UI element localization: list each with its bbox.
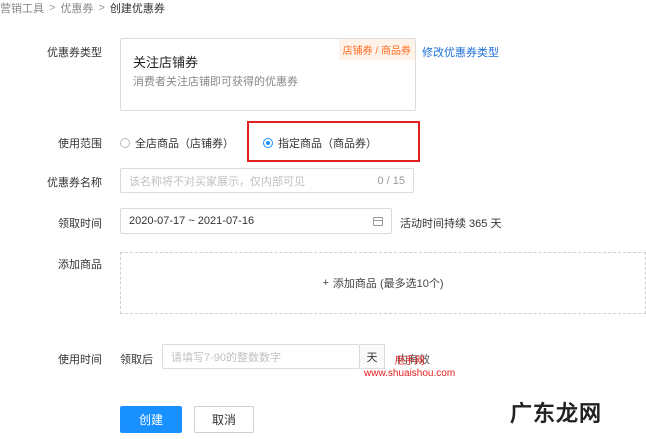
coupon-name-placeholder: 该名称将不对买家展示，仅内部可见 — [129, 175, 305, 188]
use-time-placeholder: 请填写7-90的整数数字 — [171, 351, 282, 364]
scope-option-store[interactable]: 全店商品（店铺券） — [120, 135, 234, 151]
breadcrumb-item-create: 创建优惠券 — [109, 3, 165, 15]
duration-hint: 活动时间持续 365 天 — [400, 218, 502, 230]
coupon-name-input[interactable]: 该名称将不对买家展示，仅内部可见 0 / 15 — [120, 168, 414, 193]
use-time-label: 使用时间 — [58, 354, 102, 366]
cancel-button[interactable]: 取消 — [194, 406, 254, 433]
breadcrumb-separator: > — [98, 2, 105, 14]
breadcrumb: 营销工具 > 优惠券 > 创建优惠券 — [0, 0, 165, 16]
breadcrumb-item-coupon[interactable]: 优惠券 — [60, 0, 93, 16]
scope-option-store-label: 全店商品（店铺券） — [135, 138, 234, 150]
watermark-line1: 甩手网 — [394, 356, 425, 367]
use-time-days-input[interactable]: 请填写7-90的整数数字 — [162, 344, 360, 369]
add-goods-label: 添加商品 — [58, 259, 102, 271]
coupon-name-label: 优惠券名称 — [47, 177, 102, 189]
use-time-prefix: 领取后 — [120, 354, 153, 366]
coupon-name-char-count: 0 / 15 — [377, 174, 405, 187]
receive-time-label: 领取时间 — [58, 218, 102, 230]
change-coupon-type-link[interactable]: 修改优惠券类型 — [422, 44, 499, 60]
watermark-line2: www.shuaishou.com — [364, 368, 456, 379]
coupon-type-desc: 消费者关注店铺即可获得的优惠券 — [133, 76, 298, 88]
scope-label: 使用范围 — [58, 138, 102, 150]
coupon-type-tag: 店铺券 / 商品券 — [338, 39, 415, 60]
radio-unchecked-icon[interactable] — [120, 138, 130, 148]
calendar-icon[interactable] — [373, 216, 383, 226]
plus-icon: + — [322, 277, 329, 289]
receive-time-value: 2020-07-17 ~ 2021-07-16 — [129, 215, 255, 227]
add-goods-button[interactable]: + 添加商品 (最多选10个) — [120, 252, 646, 314]
watermark-shuaishou: 甩手网 www.shuaishou.com — [364, 356, 455, 380]
annotation-highlight-box — [247, 121, 420, 162]
breadcrumb-item-marketing[interactable]: 营销工具 — [0, 0, 44, 16]
coupon-type-title: 关注店铺券 — [133, 55, 199, 70]
add-goods-button-label: 添加商品 (最多选10个) — [332, 278, 444, 290]
create-button[interactable]: 创建 — [120, 406, 182, 433]
breadcrumb-separator: > — [49, 2, 56, 14]
watermark-logo: 广东龙网 — [510, 402, 603, 427]
receive-time-range-input[interactable]: 2020-07-17 ~ 2021-07-16 — [120, 208, 392, 234]
coupon-type-label: 优惠券类型 — [47, 47, 102, 59]
coupon-type-card: 关注店铺券 消费者关注店铺即可获得的优惠券 店铺券 / 商品券 — [120, 38, 416, 111]
